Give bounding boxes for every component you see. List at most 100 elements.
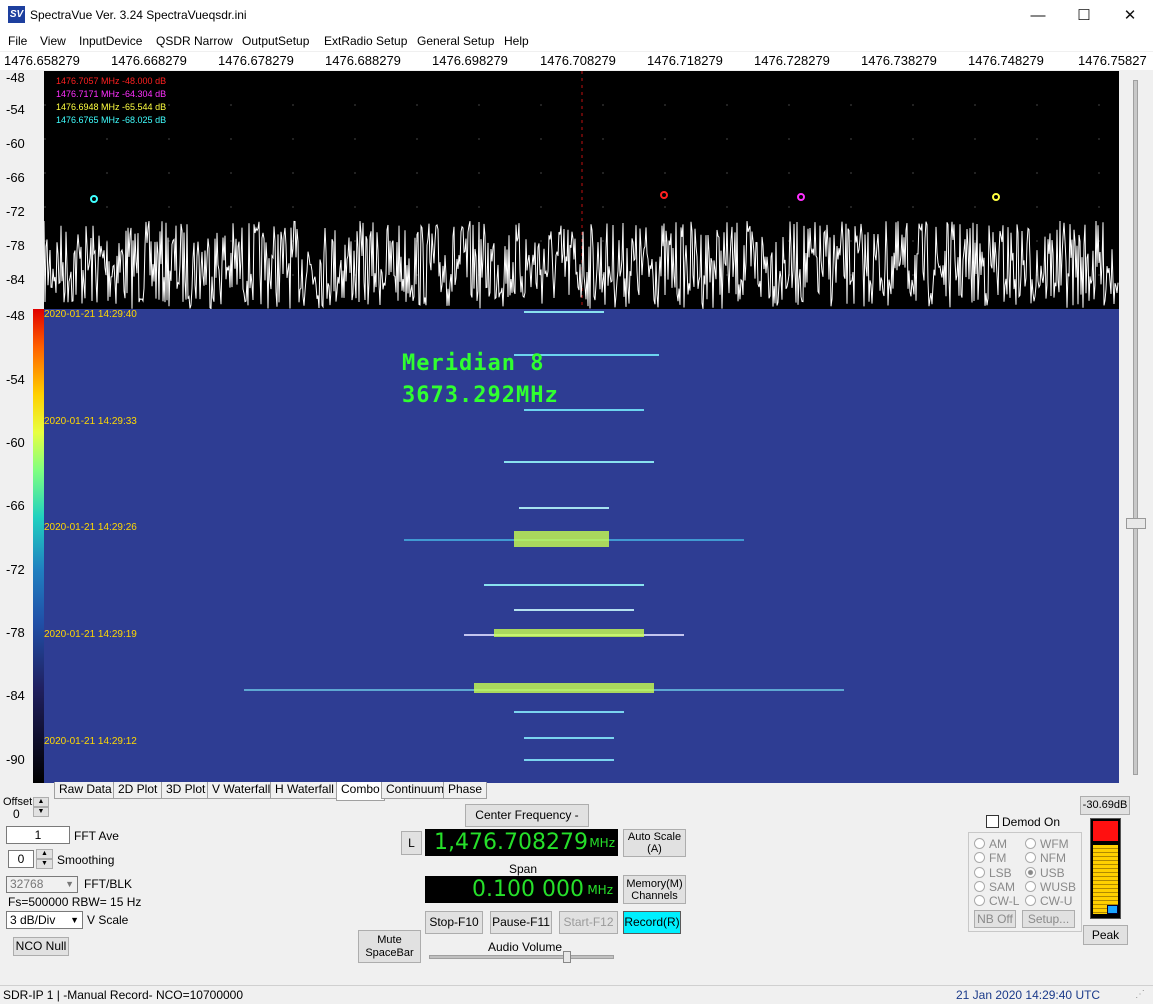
tab-phase[interactable]: Phase xyxy=(443,782,488,799)
mode-usb-radio[interactable]: USB xyxy=(1025,866,1065,880)
l-button[interactable]: L xyxy=(401,831,422,855)
waterfall-timestamp: 2020-01-21 14:29:26 xyxy=(44,522,137,533)
close-button[interactable]: ✕ xyxy=(1107,0,1153,31)
spectrum-plot[interactable]: 1476.7057 MHz -48.000 dB 1476.7171 MHz -… xyxy=(44,71,1119,309)
menu-help[interactable]: Help xyxy=(504,34,529,48)
mode-nfm-label: NFM xyxy=(1040,851,1066,865)
nb-off-button[interactable]: NB Off xyxy=(974,910,1016,928)
menu-file[interactable]: File xyxy=(8,34,27,48)
pause-button[interactable]: Pause-F11 xyxy=(490,911,552,934)
waterfall-canvas xyxy=(244,311,844,761)
offset-up-button[interactable]: ▲ xyxy=(33,797,49,807)
waterfall-signal-line xyxy=(524,409,644,411)
mode-fm-label: FM xyxy=(989,851,1007,865)
window-title: SpectraVue Ver. 3.24 SpectraVueqsdr.ini xyxy=(30,8,247,22)
mode-usb-label: USB xyxy=(1040,866,1065,880)
waterfall-y-label: -66 xyxy=(6,498,25,513)
demod-on-label: Demod On xyxy=(1002,815,1061,829)
smoothing-up-button[interactable]: ▲ xyxy=(36,849,53,859)
demod-on-checkbox[interactable] xyxy=(986,815,999,828)
stop-button[interactable]: Stop-F10 xyxy=(425,911,483,934)
menu-inputdevice[interactable]: InputDevice xyxy=(79,34,142,48)
fs-rbw-info: Fs=500000 RBW= 15 Hz xyxy=(8,895,142,909)
meter-indicator xyxy=(1107,905,1118,914)
level-slider-thumb[interactable] xyxy=(1126,518,1146,529)
setup-button[interactable]: Setup... xyxy=(1022,910,1075,928)
vscale-select[interactable]: 3 dB/Div ▼ xyxy=(6,911,83,929)
mode-wusb-radio[interactable]: WUSB xyxy=(1025,880,1076,894)
waterfall-y-label: -72 xyxy=(6,562,25,577)
smoothing-input[interactable]: 0 xyxy=(8,850,34,868)
mode-cwl-radio[interactable]: CW-L xyxy=(974,894,1019,908)
tab-continuum[interactable]: Continuum xyxy=(381,782,450,799)
tab-v-waterfall[interactable]: V Waterfall xyxy=(207,782,276,799)
tab-2d-plot[interactable]: 2D Plot xyxy=(113,782,163,799)
level-slider-track[interactable] xyxy=(1133,80,1138,775)
center-frequency-unit: MHz xyxy=(589,836,615,850)
radio-dot xyxy=(1025,838,1036,849)
radio-dot xyxy=(974,838,985,849)
radio-dot xyxy=(974,867,985,878)
mode-lsb-radio[interactable]: LSB xyxy=(974,866,1012,880)
tab-combo[interactable]: Combo xyxy=(336,782,385,801)
span-display[interactable]: 0.100 000 MHz xyxy=(425,876,618,903)
radio-dot xyxy=(1025,881,1036,892)
mode-sam-radio[interactable]: SAM xyxy=(974,880,1015,894)
mode-am-radio[interactable]: AM xyxy=(974,837,1007,851)
menu-general-setup[interactable]: General Setup xyxy=(417,34,494,48)
tab-raw-data[interactable]: Raw Data xyxy=(54,782,117,799)
marker-icon xyxy=(992,193,1000,201)
radio-dot xyxy=(1025,852,1036,863)
freq-tick: 1476.708279 xyxy=(540,53,616,68)
mute-button[interactable]: Mute SpaceBar xyxy=(358,930,421,963)
waterfall-signal-line xyxy=(484,584,644,586)
mode-wfm-radio[interactable]: WFM xyxy=(1025,837,1069,851)
spectrum-trace-canvas xyxy=(44,71,1119,309)
spectrum-y-label: -78 xyxy=(6,238,25,253)
spectrum-trace xyxy=(44,220,1119,309)
waterfall-signal-line xyxy=(524,737,614,739)
waterfall-timestamp: 2020-01-21 14:29:19 xyxy=(44,629,137,640)
smoothing-down-button[interactable]: ▼ xyxy=(36,859,53,869)
audio-volume-slider[interactable] xyxy=(429,955,614,959)
center-frequency-button[interactable]: Center Frequency - Ins xyxy=(465,804,589,843)
waterfall-display[interactable]: 2020-01-21 14:29:40 2020-01-21 14:29:33 … xyxy=(44,309,1119,783)
radio-dot xyxy=(1025,895,1036,906)
fft-ave-input[interactable]: 1 xyxy=(6,826,70,844)
mode-nfm-radio[interactable]: NFM xyxy=(1025,851,1066,865)
status-datetime: 21 Jan 2020 14:29:40 UTC xyxy=(956,988,1101,1002)
spectrum-y-label: -54 xyxy=(6,102,25,117)
menu-qsdr-narrow[interactable]: QSDR Narrow xyxy=(156,34,233,48)
memory-channels-button[interactable]: Memory(M) Channels xyxy=(623,875,686,904)
nco-null-button[interactable]: NCO Null xyxy=(13,937,69,956)
waterfall-signal-line xyxy=(514,609,634,611)
menu-outputsetup[interactable]: OutputSetup xyxy=(242,34,309,48)
mode-cwu-radio[interactable]: CW-U xyxy=(1025,894,1072,908)
menu-view[interactable]: View xyxy=(40,34,66,48)
marker-icon xyxy=(797,193,805,201)
record-button[interactable]: Record(R) xyxy=(623,911,681,934)
peak-button[interactable]: Peak xyxy=(1083,925,1128,945)
mode-fm-radio[interactable]: FM xyxy=(974,851,1006,865)
auto-scale-button[interactable]: Auto Scale (A) xyxy=(623,829,686,857)
minimize-button[interactable]: — xyxy=(1015,0,1061,31)
center-frequency-display[interactable]: 1,476.708279 MHz xyxy=(425,829,618,856)
spectrum-y-label: -48 xyxy=(6,70,25,85)
tab-h-waterfall[interactable]: H Waterfall xyxy=(270,782,339,799)
tab-3d-plot[interactable]: 3D Plot xyxy=(161,782,211,799)
marker-readout-4: 1476.6765 MHz -68.025 dB xyxy=(56,115,167,125)
start-button[interactable]: Start-F12 xyxy=(559,911,618,934)
audio-volume-thumb[interactable] xyxy=(563,951,571,963)
resize-grip-icon[interactable]: ⋰ xyxy=(1135,989,1147,1001)
marker-icon xyxy=(660,191,668,199)
span-label: Span xyxy=(509,862,538,876)
waterfall-signal-line xyxy=(514,711,624,713)
level-readout: -30.69dB xyxy=(1080,796,1130,815)
fft-blk-select[interactable]: 32768 ▼ xyxy=(6,876,78,893)
maximize-button[interactable]: ☐ xyxy=(1061,0,1107,31)
mode-cwl-label: CW-L xyxy=(989,894,1020,908)
menu-extradio-setup[interactable]: ExtRadio Setup xyxy=(324,34,407,48)
meter-yellow-segment xyxy=(1093,845,1118,914)
spectrum-y-label: -60 xyxy=(6,136,25,151)
offset-down-button[interactable]: ▼ xyxy=(33,807,49,817)
